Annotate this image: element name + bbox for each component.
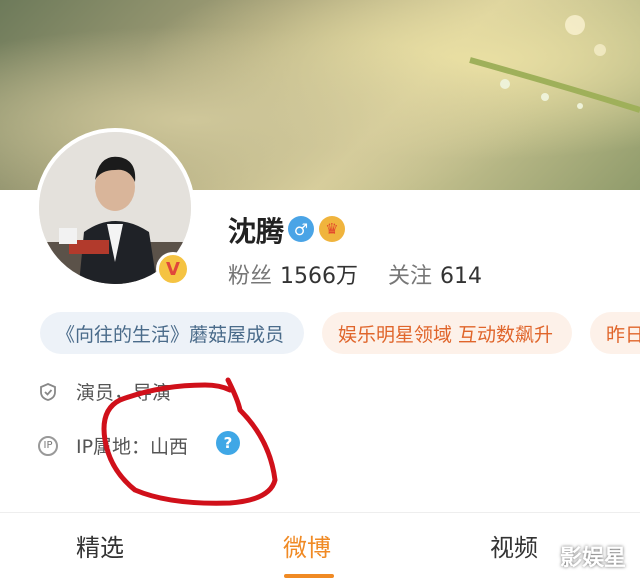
ip-location-row: IP IP属地：山西 (38, 432, 188, 459)
profile-stats: 粉丝 1566万 关注 614 (228, 258, 512, 290)
watermark-text: 影娱星 (560, 546, 627, 571)
tag-show-member[interactable]: 《向往的生活》蘑菇屋成员 (40, 312, 304, 354)
help-icon[interactable]: ? (216, 431, 240, 455)
ip-location-text: IP属地：山西 (76, 436, 189, 458)
tab-weibo[interactable]: 微博 (283, 528, 331, 563)
tag-entertainment-rank[interactable]: 娱乐明星领域 互动数飙升 (322, 312, 572, 354)
tab-video[interactable]: 视频 (490, 528, 538, 563)
crown-icon[interactable]: ♛ (319, 216, 345, 242)
tag-yesterday[interactable]: 昨日 (590, 312, 640, 354)
shield-icon (40, 382, 56, 401)
tab-divider (0, 512, 640, 513)
tab-featured[interactable]: 精选 (76, 528, 124, 563)
profile-tabs: 精选 微博 视频 (0, 520, 640, 582)
occupation-text: 演员，导演 (76, 382, 172, 404)
occupation-row: 演员，导演 (38, 378, 171, 405)
follow-label[interactable]: 关注 (388, 264, 432, 289)
fans-label[interactable]: 粉丝 (228, 264, 272, 289)
active-tab-indicator (284, 574, 334, 578)
profile-name: 沈腾 (228, 215, 285, 248)
male-icon: ♂ (288, 216, 314, 242)
verified-badge-icon: V (156, 252, 190, 286)
ip-icon: IP (38, 435, 58, 456)
fans-count[interactable]: 1566万 (280, 264, 358, 289)
follow-count[interactable]: 614 (440, 264, 482, 289)
